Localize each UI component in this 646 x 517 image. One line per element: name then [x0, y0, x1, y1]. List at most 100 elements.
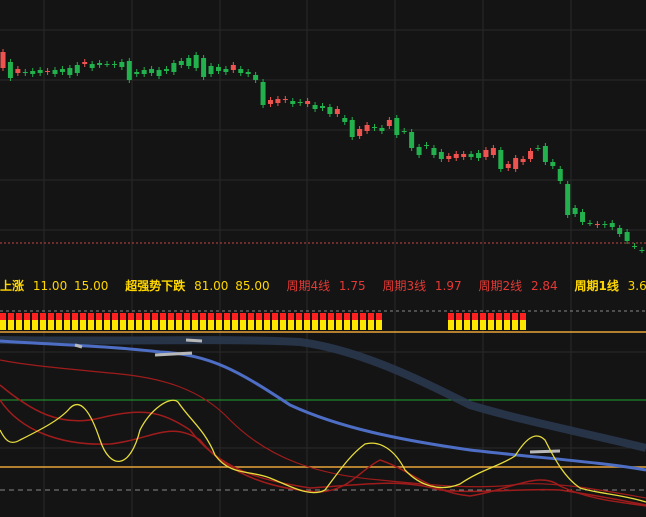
candlestick[interactable]	[483, 147, 489, 160]
strip-bar-yellow	[0, 320, 6, 330]
candlestick[interactable]	[327, 104, 333, 117]
strip-bar-red	[520, 313, 526, 320]
candlestick[interactable]	[67, 65, 73, 78]
candlestick[interactable]	[7, 59, 13, 81]
candlestick[interactable]	[379, 125, 385, 134]
candlestick[interactable]	[149, 66, 155, 76]
candlestick[interactable]	[178, 58, 184, 68]
candlestick[interactable]	[45, 68, 51, 75]
candlestick[interactable]	[312, 102, 318, 112]
candlestick[interactable]	[476, 150, 482, 161]
candlestick[interactable]	[193, 52, 199, 71]
candlestick[interactable]	[602, 221, 608, 228]
candle-body	[141, 70, 147, 74]
strip-bar-yellow	[472, 320, 478, 330]
candlestick[interactable]	[580, 209, 586, 225]
candlestick[interactable]	[134, 69, 140, 77]
candlestick[interactable]	[171, 60, 177, 75]
candlestick[interactable]	[305, 98, 311, 107]
strip-bar-red	[344, 313, 350, 320]
candlestick[interactable]	[364, 122, 370, 134]
candlestick[interactable]	[490, 145, 496, 158]
candlestick[interactable]	[156, 67, 162, 79]
candlestick[interactable]	[253, 72, 259, 83]
candlestick[interactable]	[550, 159, 556, 169]
candlestick[interactable]	[52, 67, 58, 77]
candlestick[interactable]	[624, 229, 630, 244]
candlestick[interactable]	[513, 155, 519, 172]
candlestick[interactable]	[409, 129, 415, 151]
candlestick[interactable]	[238, 66, 244, 76]
strip-bar-red	[352, 313, 358, 320]
candlestick[interactable]	[416, 144, 422, 158]
candlestick[interactable]	[468, 151, 474, 160]
candlestick[interactable]	[431, 145, 437, 158]
candlestick[interactable]	[208, 63, 214, 77]
candlestick[interactable]	[104, 61, 110, 67]
strip-bar-red	[448, 313, 454, 320]
candlestick[interactable]	[587, 220, 593, 226]
candlestick[interactable]	[267, 97, 273, 107]
candlestick[interactable]	[349, 117, 355, 140]
candlestick[interactable]	[453, 151, 459, 161]
candlestick[interactable]	[535, 145, 541, 151]
candlestick[interactable]	[260, 79, 266, 108]
strip-bar-red	[104, 313, 110, 320]
candlestick[interactable]	[230, 62, 236, 73]
strip-bar-red	[184, 313, 190, 320]
candlestick[interactable]	[245, 69, 251, 77]
candlestick[interactable]	[141, 67, 147, 77]
candlestick[interactable]	[22, 69, 28, 76]
candlestick[interactable]	[386, 117, 392, 129]
candlestick[interactable]	[438, 149, 444, 162]
candlestick[interactable]	[74, 62, 80, 76]
candlestick[interactable]	[505, 161, 511, 171]
candlestick[interactable]	[342, 115, 348, 125]
candlestick[interactable]	[594, 221, 600, 228]
candlestick[interactable]	[446, 153, 452, 162]
candlestick[interactable]	[632, 243, 638, 249]
candlestick[interactable]	[111, 61, 117, 68]
candlestick[interactable]	[290, 98, 296, 107]
candlestick[interactable]	[334, 106, 340, 117]
candlestick[interactable]	[557, 166, 563, 184]
candlestick[interactable]	[275, 96, 281, 106]
candlestick[interactable]	[498, 147, 504, 172]
candlestick[interactable]	[609, 220, 615, 230]
candlestick[interactable]	[565, 181, 571, 218]
candlestick[interactable]	[186, 55, 192, 69]
legend-item-cycle-2: 周期2线 2.84	[478, 277, 560, 295]
candlestick[interactable]	[639, 247, 645, 253]
candlestick[interactable]	[201, 55, 207, 80]
candlestick[interactable]	[37, 67, 43, 76]
candlestick[interactable]	[542, 143, 548, 165]
candlestick[interactable]	[97, 60, 103, 68]
candlestick[interactable]	[282, 96, 288, 103]
candlestick[interactable]	[59, 66, 65, 75]
candle-body	[483, 150, 489, 157]
candlestick[interactable]	[89, 61, 95, 71]
candlestick[interactable]	[520, 156, 526, 165]
candlestick[interactable]	[223, 66, 229, 75]
candlestick[interactable]	[461, 151, 467, 160]
candlestick[interactable]	[82, 59, 88, 67]
candlestick[interactable]	[357, 126, 363, 139]
candlestick[interactable]	[572, 205, 578, 217]
candlestick[interactable]	[297, 99, 303, 106]
candlestick[interactable]	[401, 128, 407, 134]
candle-body	[438, 152, 444, 159]
candlestick[interactable]	[15, 66, 21, 76]
candlestick[interactable]	[119, 59, 125, 70]
candlestick[interactable]	[528, 148, 534, 162]
stock-chart-canvas[interactable]	[0, 0, 646, 517]
candlestick[interactable]	[617, 225, 623, 237]
candlestick[interactable]	[394, 115, 400, 138]
strip-bar-yellow	[192, 320, 198, 330]
candlestick[interactable]	[126, 58, 132, 83]
candle-body	[178, 61, 184, 65]
candlestick[interactable]	[319, 103, 325, 111]
candlestick[interactable]	[163, 66, 169, 74]
candlestick[interactable]	[0, 49, 6, 71]
candlestick[interactable]	[424, 142, 430, 149]
candlestick[interactable]	[30, 68, 36, 77]
